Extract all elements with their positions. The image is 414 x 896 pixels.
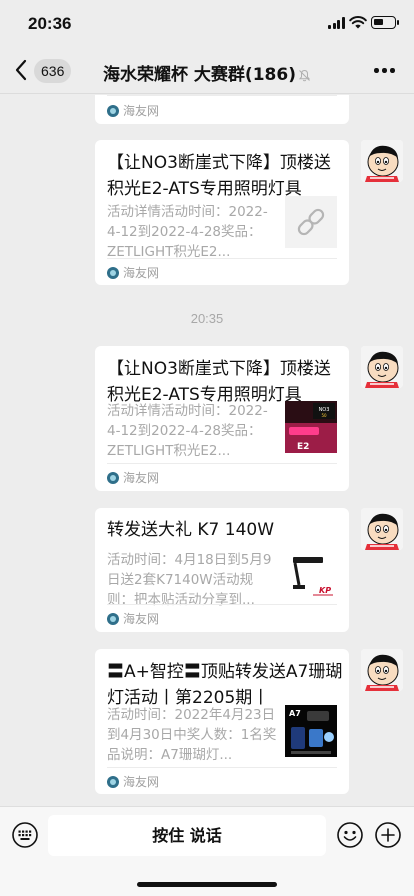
svg-text:50: 50 xyxy=(321,413,327,418)
avatar[interactable] xyxy=(361,346,403,388)
wifi-icon xyxy=(349,16,367,29)
card-description: 活动详情活动时间：2022-4-12到2022-4-28奖品：ZETLIGHT积… xyxy=(107,204,268,260)
thumbnail-image: KP xyxy=(285,549,337,601)
avatar[interactable] xyxy=(361,649,403,691)
card-source: 海友网 xyxy=(107,611,159,631)
more-options-icon[interactable] xyxy=(374,68,395,73)
card-description: 活动时间：4月18日到5月9日送2套K7140W活动规则：把本贴活动分享到... xyxy=(107,552,272,608)
avatar[interactable] xyxy=(361,140,403,182)
mute-bell-icon xyxy=(298,69,311,81)
source-name: 海友网 xyxy=(123,104,160,118)
thumbnail-image: NO3 50 E2 xyxy=(285,401,337,453)
emoji-icon[interactable] xyxy=(337,822,363,848)
plus-icon[interactable] xyxy=(375,822,401,848)
article-card-partial[interactable]: 海友网 xyxy=(95,95,349,124)
svg-text:A7: A7 xyxy=(289,709,301,718)
keyboard-icon[interactable] xyxy=(12,822,38,848)
card-title: 转发送大礼 K7 140W xyxy=(107,520,275,540)
card-divider xyxy=(107,258,337,259)
card-source: 海友网 xyxy=(107,470,159,490)
card-divider xyxy=(107,463,337,464)
source-logo-icon xyxy=(107,472,119,484)
svg-text:E2: E2 xyxy=(297,442,309,452)
status-time: 20:36 xyxy=(28,14,72,33)
unread-count-badge[interactable]: 636 xyxy=(34,59,72,83)
source-logo-icon xyxy=(107,613,119,625)
source-name: 海友网 xyxy=(123,471,160,485)
card-description: 活动时间：2022年4月23日到4月30日中奖人数：1名奖品说明：A7珊瑚灯..… xyxy=(107,707,277,763)
link-icon xyxy=(285,196,337,248)
back-arrow-icon[interactable] xyxy=(14,58,28,82)
card-title: 【让NO3断崖式下降】顶楼送积光E2-ATS专用照明灯具 xyxy=(107,153,331,199)
card-source: 海友网 xyxy=(107,265,159,285)
home-indicator xyxy=(137,882,277,887)
source-name: 海友网 xyxy=(123,612,160,626)
card-divider xyxy=(107,767,337,768)
article-card[interactable]: 转发送大礼 K7 140W 活动时间：4月18日到5月9日送2套K7140W活动… xyxy=(95,508,349,632)
status-bar: 20:36 xyxy=(0,0,414,48)
source-name: 海友网 xyxy=(123,775,160,789)
card-title: 〓A+智控〓顶贴转发送A7珊瑚灯活动丨第2205期丨 xyxy=(107,662,343,708)
source-logo-icon xyxy=(107,105,119,117)
thumbnail-image: A7 xyxy=(285,705,337,757)
article-card[interactable]: 【让NO3断崖式下降】顶楼送积光E2-ATS专用照明灯具 活动详情活动时间：20… xyxy=(95,140,349,285)
avatar[interactable] xyxy=(361,508,403,550)
hold-to-talk-button[interactable]: 按住 说话 xyxy=(48,815,326,856)
cellular-signal-icon xyxy=(328,17,345,29)
message-timestamp: 20:35 xyxy=(190,311,224,326)
battery-icon xyxy=(371,16,399,29)
card-description: 活动详情活动时间：2022-4-12到2022-4-28奖品：ZETLIGHT积… xyxy=(107,403,268,459)
card-divider xyxy=(107,604,337,605)
article-card[interactable]: 【让NO3断崖式下降】顶楼送积光E2-ATS专用照明灯具 活动详情活动时间：20… xyxy=(95,346,349,491)
chat-title: 海水荣耀杯 大赛群(186) xyxy=(80,60,334,85)
article-card[interactable]: 〓A+智控〓顶贴转发送A7珊瑚灯活动丨第2205期丨 活动时间：2022年4月2… xyxy=(95,649,349,794)
source-name: 海友网 xyxy=(123,266,160,280)
card-source: 海友网 xyxy=(107,774,159,794)
source-logo-icon xyxy=(107,267,119,279)
group-name: 海水荣耀杯 大赛群(186) xyxy=(103,65,296,85)
chat-header: 636 海水荣耀杯 大赛群(186) xyxy=(0,48,414,94)
message-list[interactable]: 海友网 【让NO3断崖式下降】顶楼送积光E2-ATS专用照明灯具 活动详情活动时… xyxy=(0,95,414,806)
svg-text:KP: KP xyxy=(319,586,331,595)
source-logo-icon xyxy=(107,776,119,788)
card-divider xyxy=(107,95,337,96)
card-source: 海友网 xyxy=(107,103,159,123)
